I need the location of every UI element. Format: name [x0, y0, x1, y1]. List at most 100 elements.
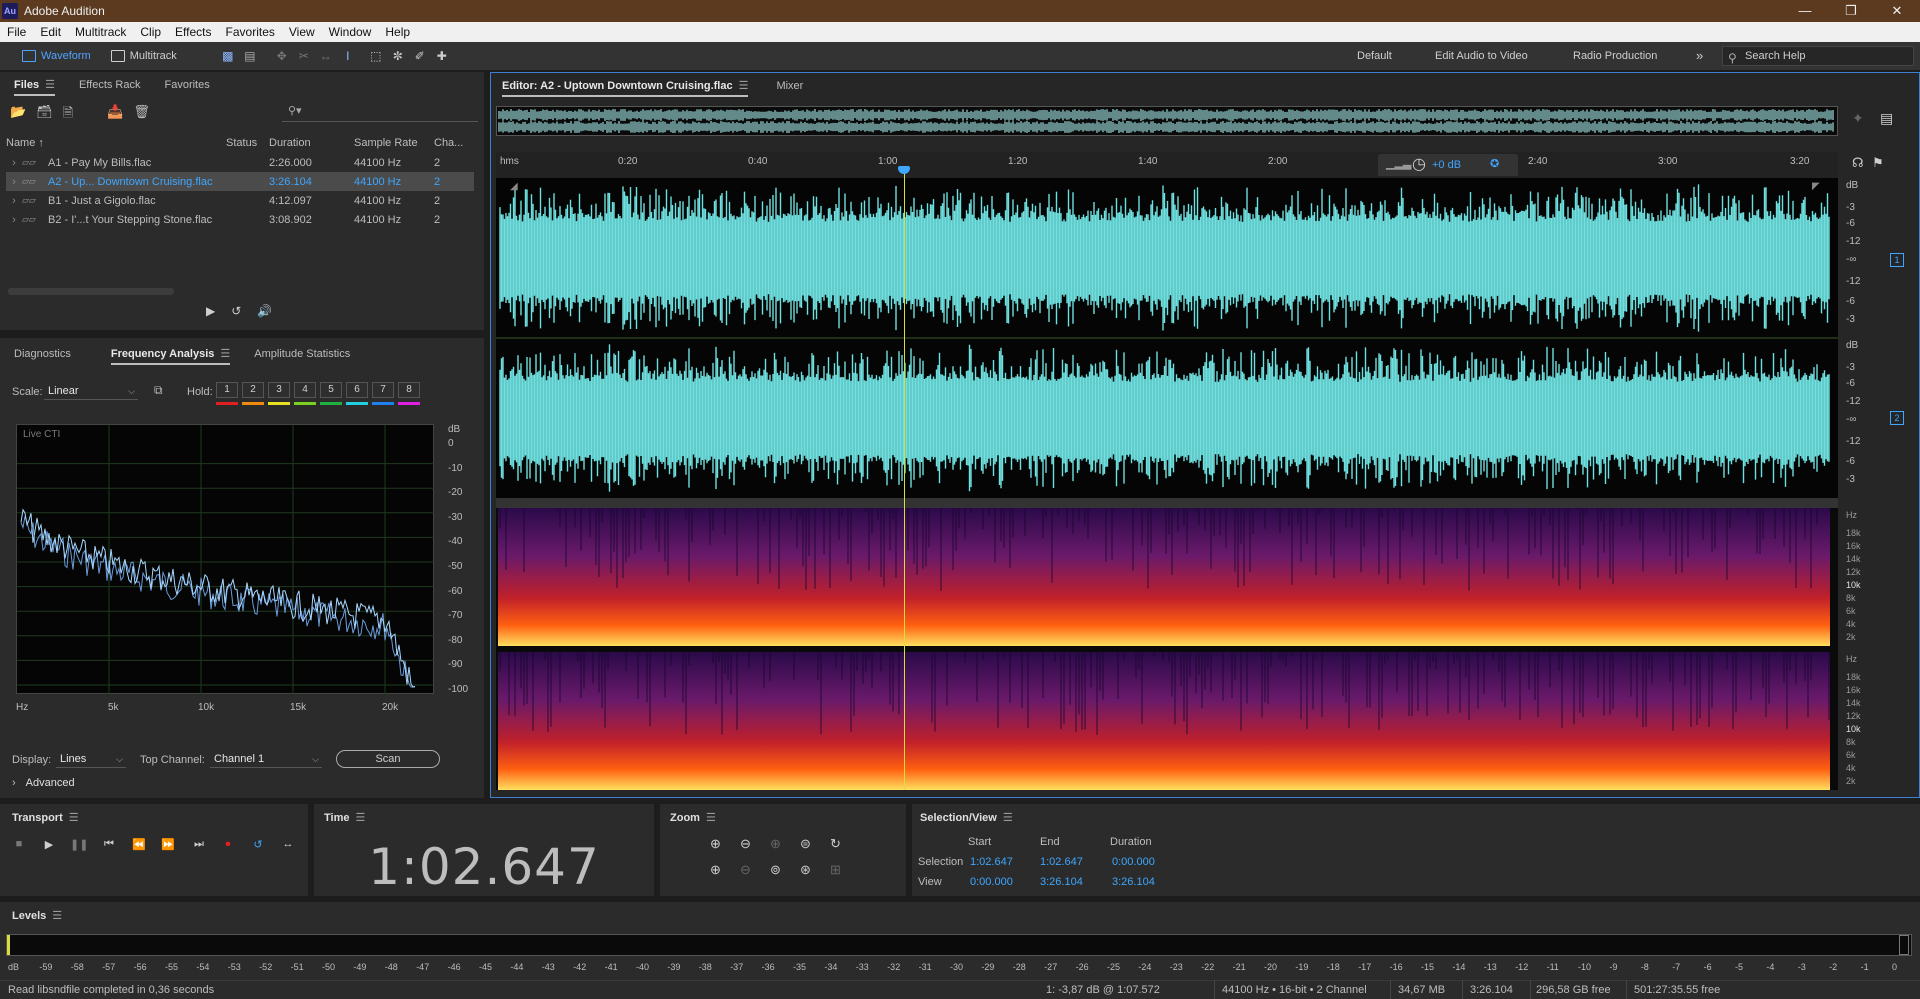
- selection-end[interactable]: 1:02.647: [1040, 856, 1083, 868]
- pin-hud-icon[interactable]: ✪: [1490, 157, 1499, 170]
- open-file-icon[interactable]: 📂: [10, 104, 26, 126]
- record-button[interactable]: ●: [219, 838, 237, 852]
- slip-tool-icon[interactable]: ↔: [317, 47, 335, 65]
- lasso-selection-icon[interactable]: ✼: [389, 47, 407, 65]
- table-row[interactable]: › ▱▱ A1 - Pay My Bills.flac 2:26.000 441…: [6, 153, 474, 172]
- fast-forward-button[interactable]: ⏩: [159, 838, 177, 852]
- overview-navigator[interactable]: [496, 106, 1838, 136]
- column-duration[interactable]: Duration: [269, 137, 354, 149]
- tab-frequency-analysis[interactable]: Frequency Analysis ☰: [99, 341, 242, 367]
- panel-menu-icon[interactable]: ☰: [1003, 811, 1013, 824]
- panel-menu-icon[interactable]: ☰: [69, 811, 79, 824]
- zoom-in-at-playhead-icon[interactable]: ⊕: [770, 836, 800, 852]
- view-end[interactable]: 3:26.104: [1040, 876, 1083, 888]
- zoom-reset-icon[interactable]: ↻: [830, 836, 860, 852]
- lock-overlay-icon[interactable]: ⧉: [154, 383, 163, 398]
- spot-healing-icon[interactable]: ✚: [433, 47, 451, 65]
- hold-button-3[interactable]: 3: [268, 382, 290, 398]
- menu-favorites[interactable]: Favorites: [219, 25, 282, 39]
- advanced-toggle[interactable]: › Advanced: [12, 777, 75, 789]
- spectral-display[interactable]: [496, 508, 1838, 790]
- selection-duration[interactable]: 0:00.000: [1112, 856, 1155, 868]
- new-file-icon[interactable]: 🗎: [63, 104, 73, 126]
- tab-editor[interactable]: Editor: A2 - Uptown Downtown Cruising.fl…: [490, 73, 760, 99]
- corner-toggle-icon[interactable]: ◢: [510, 181, 518, 192]
- menu-file[interactable]: File: [0, 25, 33, 39]
- menu-view[interactable]: View: [282, 25, 322, 39]
- play-preview-icon[interactable]: ▶: [206, 304, 215, 318]
- table-row[interactable]: › ▱▱ A2 - Up... Downtown Cruising.flac 3…: [6, 172, 474, 191]
- clip-indicator[interactable]: [1899, 935, 1909, 955]
- menu-clip[interactable]: Clip: [133, 25, 168, 39]
- workspace-radio-production[interactable]: Radio Production: [1573, 42, 1657, 70]
- brush-selection-icon[interactable]: ✐: [411, 47, 429, 65]
- tab-mixer[interactable]: Mixer: [764, 73, 815, 99]
- import-file-icon[interactable]: 🗃: [36, 104, 53, 126]
- panel-menu-icon[interactable]: ☰: [52, 909, 62, 922]
- move-to-start-button[interactable]: ⏮: [100, 838, 118, 852]
- hold-button-8[interactable]: 8: [398, 382, 420, 398]
- expand-icon[interactable]: ›: [6, 176, 22, 188]
- loop-playback-button[interactable]: ↺: [249, 838, 267, 852]
- hold-button-7[interactable]: 7: [372, 382, 394, 398]
- channel-badge-2[interactable]: 2: [1890, 411, 1904, 425]
- workspace-edit-audio-to-video[interactable]: Edit Audio to Video: [1435, 42, 1528, 70]
- panel-menu-icon[interactable]: ☰: [355, 811, 365, 824]
- scan-button[interactable]: Scan: [336, 750, 440, 768]
- zoom-in-frequency-icon[interactable]: ⊞: [830, 862, 860, 878]
- tab-favorites[interactable]: Favorites: [153, 72, 222, 98]
- spectral-pitch-icon[interactable]: ▤: [241, 47, 259, 65]
- view-start[interactable]: 0:00.000: [970, 876, 1013, 888]
- menu-window[interactable]: Window: [322, 25, 379, 39]
- column-channels[interactable]: Cha...: [434, 137, 474, 149]
- expand-icon[interactable]: ›: [6, 157, 22, 169]
- waveform-display[interactable]: [496, 178, 1838, 498]
- spectral-frequency-icon[interactable]: ▩: [219, 47, 237, 65]
- razor-tool-icon[interactable]: ✂: [295, 47, 313, 65]
- tab-diagnostics[interactable]: Diagnostics: [2, 341, 83, 367]
- marker-icon[interactable]: ⚑: [1872, 155, 1884, 171]
- view-duration[interactable]: 3:26.104: [1112, 876, 1155, 888]
- files-horizontal-scrollbar[interactable]: [8, 288, 174, 295]
- tab-amplitude-statistics[interactable]: Amplitude Statistics: [242, 341, 362, 367]
- headphones-icon[interactable]: ☊: [1852, 155, 1864, 171]
- restore-button[interactable]: ❐: [1828, 0, 1874, 22]
- time-selection-tool-icon[interactable]: I: [339, 47, 357, 65]
- channel-badge-1[interactable]: 1: [1890, 253, 1904, 267]
- view-splitter[interactable]: [496, 498, 1838, 508]
- pause-button[interactable]: ❚❚: [70, 838, 88, 852]
- hold-button-6[interactable]: 6: [346, 382, 368, 398]
- zoom-to-selection-icon[interactable]: ⊚: [770, 862, 800, 878]
- table-row[interactable]: › ▱▱ B2 - I'...t Your Stepping Stone.fla…: [6, 210, 474, 229]
- menu-effects[interactable]: Effects: [168, 25, 218, 39]
- insert-into-multitrack-icon[interactable]: 📥: [107, 104, 123, 126]
- corner-toggle-icon[interactable]: ◤: [1812, 181, 1820, 192]
- expand-icon[interactable]: ›: [6, 214, 22, 226]
- column-sample-rate[interactable]: Sample Rate: [354, 137, 434, 149]
- move-tool-icon[interactable]: ✥: [273, 47, 291, 65]
- menu-help[interactable]: Help: [378, 25, 417, 39]
- skip-selection-button[interactable]: ↔: [279, 838, 297, 852]
- panel-menu-icon[interactable]: ☰: [45, 72, 55, 98]
- top-channel-dropdown[interactable]: Channel 1 ⌵: [210, 750, 322, 768]
- zoom-selection-out-icon[interactable]: ⊛: [800, 862, 830, 878]
- zoom-out-full-icon[interactable]: ⊜: [800, 836, 830, 852]
- zoom-in-time-icon[interactable]: ⊕: [710, 862, 740, 878]
- workspace-default[interactable]: Default: [1357, 42, 1392, 70]
- playhead[interactable]: [904, 170, 905, 790]
- zoom-in-amplitude-icon[interactable]: ⊕: [710, 836, 740, 852]
- marquee-selection-icon[interactable]: ⬚: [367, 47, 385, 65]
- panel-menu-icon[interactable]: ☰: [739, 73, 749, 99]
- zoom-out-time-icon[interactable]: ⊖: [740, 862, 770, 878]
- panel-menu-icon[interactable]: ☰: [220, 341, 230, 367]
- expand-icon[interactable]: ›: [6, 195, 22, 207]
- time-ruler[interactable]: [496, 152, 1838, 178]
- multitrack-view-button[interactable]: Multitrack: [101, 46, 187, 66]
- minimize-button[interactable]: —: [1782, 0, 1828, 22]
- panel-menu-icon[interactable]: ☰: [706, 811, 716, 824]
- more-workspaces-icon[interactable]: »: [1696, 42, 1703, 70]
- volume-knob-icon[interactable]: ◷: [1412, 154, 1426, 174]
- stop-button[interactable]: ■: [10, 838, 28, 852]
- tab-files[interactable]: Files ☰: [2, 72, 67, 98]
- hold-button-2[interactable]: 2: [242, 382, 264, 398]
